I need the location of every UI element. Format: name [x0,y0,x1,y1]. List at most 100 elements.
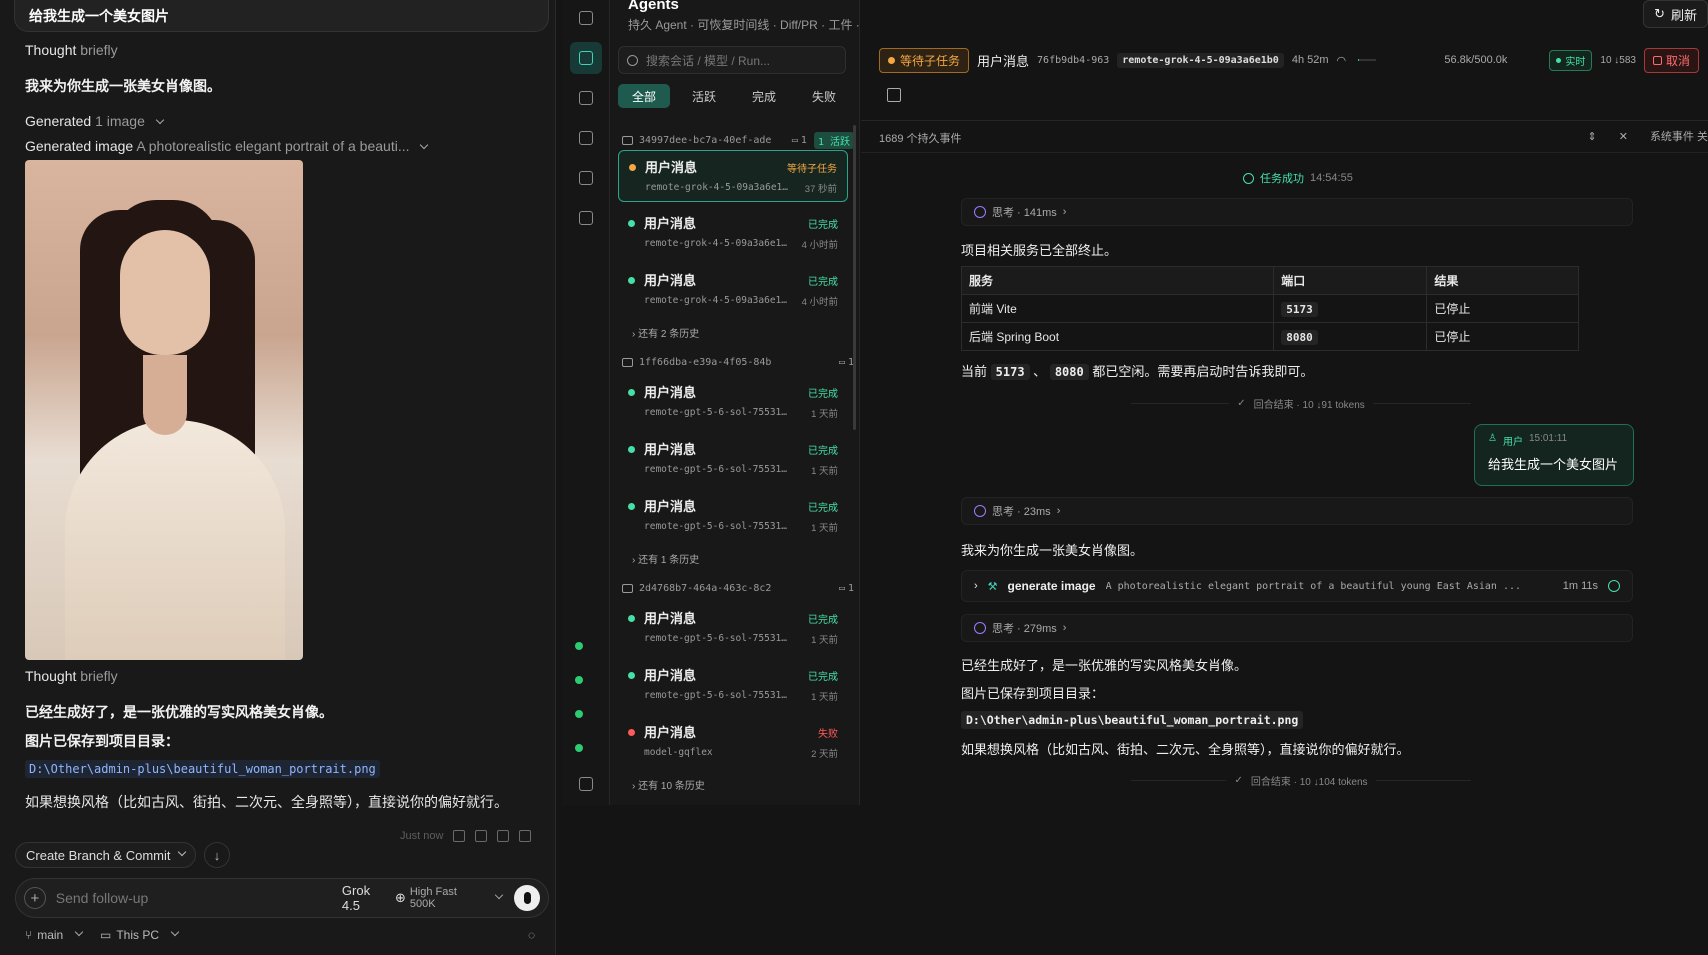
item-sub: remote-gpt-5-6-sol-755311b [644,464,792,475]
follow-up-input[interactable] [55,890,342,906]
session-item[interactable]: 用户消息 失败 model-gqflex 2 天前 [618,716,848,768]
rail-grid-button[interactable] [570,2,602,34]
thumbs-up-icon[interactable] [453,830,466,842]
session-item[interactable]: 用户消息 已完成 remote-gpt-5-6-sol-755311b 1 天前 [618,659,848,711]
rail-stats-button[interactable] [570,162,602,194]
add-attachment-button[interactable]: + [24,887,46,909]
chevron-down-icon [495,890,504,900]
item-status: 已完成 [808,672,838,683]
copy-icon[interactable] [519,830,532,842]
reply-intro: 我来为你生成一张美女肖像图。 [961,543,1144,558]
generated-portrait-image[interactable] [25,160,303,660]
cancel-button[interactable]: 取消 [1643,47,1699,73]
rail-bot-button[interactable] [570,82,602,114]
bot-icon [622,136,633,145]
group-id: 1ff66dba-e39a-4f05-84b [639,357,772,368]
chevron-right-icon: › [1056,505,1061,517]
reply-style: 如果想换风格（比如古风、街拍、二次元、全身照等），直接说你的偏好就行。 [961,742,1410,757]
run-id: remote-grok-4-5-09a3a6e1b0 [1117,52,1284,68]
session-group-header[interactable]: 1ff66dba-e39a-4f05-84b ▭ 1 [622,357,854,368]
group-id: 2d4768b7-464a-463c-8c2 [639,583,772,594]
table-row: 前端 Vite 5173 已停止 [960,294,1579,323]
session-item[interactable]: 用户消息 等待子任务 remote-grok-4-5-09a3a6e1b0 37… [618,150,848,202]
create-branch-button[interactable]: Create Branch & Commit [15,842,196,868]
item-sub: remote-grok-4-5-09a3a6e1b0 [645,182,793,193]
timestamp: Just now [400,830,444,842]
more-history-link[interactable]: › 还有 10 条历史 [632,777,705,792]
user-label: 用户 [1502,437,1523,448]
item-sub: remote-gpt-5-6-sol-755311b [644,633,792,644]
item-status: 已完成 [808,277,838,288]
rail-agents-button[interactable] [570,42,602,74]
item-ago: 2 天前 [811,749,838,760]
session-item[interactable]: 用户消息 已完成 remote-gpt-5-6-sol-755311b 1 天前 [618,602,848,654]
status-dot [628,277,635,284]
session-item[interactable]: 用户消息 已完成 remote-gpt-5-6-sol-755311b 1 天前 [618,490,848,542]
generated-toggle[interactable]: Generated 1 image [25,113,165,129]
bot-icon [622,584,633,593]
thought-toggle[interactable]: Thought briefly [25,42,118,58]
thumbs-down-icon[interactable] [475,830,488,842]
item-status: 已完成 [808,220,838,231]
session-scrollbar[interactable] [853,125,856,430]
more-history-link[interactable]: › 还有 2 条历史 [632,325,699,340]
item-ago: 1 天前 [811,409,838,420]
col-result: 结果 [1426,266,1579,295]
expand-icon[interactable]: ⇕ [1588,130,1597,143]
group-id: 34997dee-bc7a-40ef-ade [639,135,772,146]
file-path-link[interactable]: D:\Other\admin-plus\beautiful_woman_port… [25,760,380,778]
refresh-button[interactable]: ↻ 刷新 [1643,0,1708,28]
file-path[interactable]: D:\Other\admin-plus\beautiful_woman_port… [961,711,1304,729]
port-b: 8080 [1049,364,1089,380]
tab-done[interactable]: 完成 [738,84,790,108]
session-item[interactable]: 用户消息 已完成 remote-gpt-5-6-sol-755311b 1 天前 [618,376,848,428]
more-history-link[interactable]: › 还有 1 条历史 [632,551,699,566]
status-dot [628,729,635,736]
status-dot [628,672,635,679]
session-item[interactable]: 用户消息 已完成 remote-gpt-5-6-sol-755311b 1 天前 [618,433,848,485]
session-item[interactable]: 用户消息 已完成 remote-grok-4-5-09a3a6e1b0 4 小时… [618,207,848,259]
col-service: 服务 [960,266,1275,295]
location-selector[interactable]: ▭ This PC [100,927,180,942]
branch-icon[interactable] [497,830,510,842]
scroll-down-button[interactable]: ↓ [204,842,230,868]
composer: + Grok 4.5 ⊕ High Fast 500K [15,878,549,918]
tab-active[interactable]: 活跃 [678,84,730,108]
thought2-label: Thought [25,668,77,684]
model-selector[interactable]: Grok 4.5 ⊕ High Fast 500K [342,883,504,913]
rail-settings-button[interactable] [570,122,602,154]
item-ago: 4 小时前 [801,240,838,251]
generated-image-toggle[interactable]: Generated image A photorealistic elegant… [25,138,429,154]
tool-name: generate image [1007,579,1096,593]
cell: 8080 [1281,329,1318,345]
collapse-panel-icon[interactable] [887,88,901,102]
brain-icon [974,505,986,517]
collapse-icon[interactable]: ✕ [1619,130,1628,143]
system-events-toggle[interactable]: 系统事件 关 [1650,128,1708,144]
item-status: 已完成 [808,615,838,626]
tool-call-generate-image[interactable]: › ⚒ generate image A photorealistic eleg… [961,570,1633,602]
rail-panel-button[interactable] [570,768,602,800]
wrench-icon: ⚒ [987,580,998,593]
session-item[interactable]: 用户消息 已完成 remote-grok-4-5-09a3a6e1b0 4 小时… [618,264,848,316]
mic-button[interactable] [514,885,540,911]
services-table: 服务 端口 结果 前端 Vite 5173 已停止 后端 Spring Boot… [960,266,1579,351]
session-group-header[interactable]: 2d4768b7-464a-463c-8c2 ▭ 1 [622,583,854,594]
branch-selector[interactable]: ⑂ main [25,927,84,942]
thinking-block[interactable]: 思考 · 23ms › [961,497,1633,525]
window-icon: ▭ [838,583,845,594]
rail-tools-button[interactable] [570,202,602,234]
session-group-header[interactable]: 34997dee-bc7a-40ef-ade ▭ 1 1 活跃 [622,132,854,149]
reply-intro: 我来为你生成一张美女肖像图。 [25,78,221,94]
thought2-toggle[interactable]: Thought briefly [25,668,118,684]
app-window: 给我生成一个美女图片 Thought briefly 我来为你生成一张美女肖像图… [0,0,1708,955]
event-controls: ⇕ ✕ 系统事件 关 [1588,128,1708,144]
status-dot [628,446,635,453]
thinking-block[interactable]: 思考 · 279ms › [961,614,1633,642]
reply-done: 已经生成好了，是一张优雅的写实风格美女肖像。 [25,704,333,720]
tab-all[interactable]: 全部 [618,84,671,108]
round-end-label: 回合结束 · 10 ↓91 tokens [1253,400,1365,411]
tab-failed[interactable]: 失败 [798,84,850,108]
session-search[interactable]: 搜索会话 / 模型 / Run... [618,46,846,74]
thinking-block[interactable]: 思考 · 141ms › [961,198,1633,226]
